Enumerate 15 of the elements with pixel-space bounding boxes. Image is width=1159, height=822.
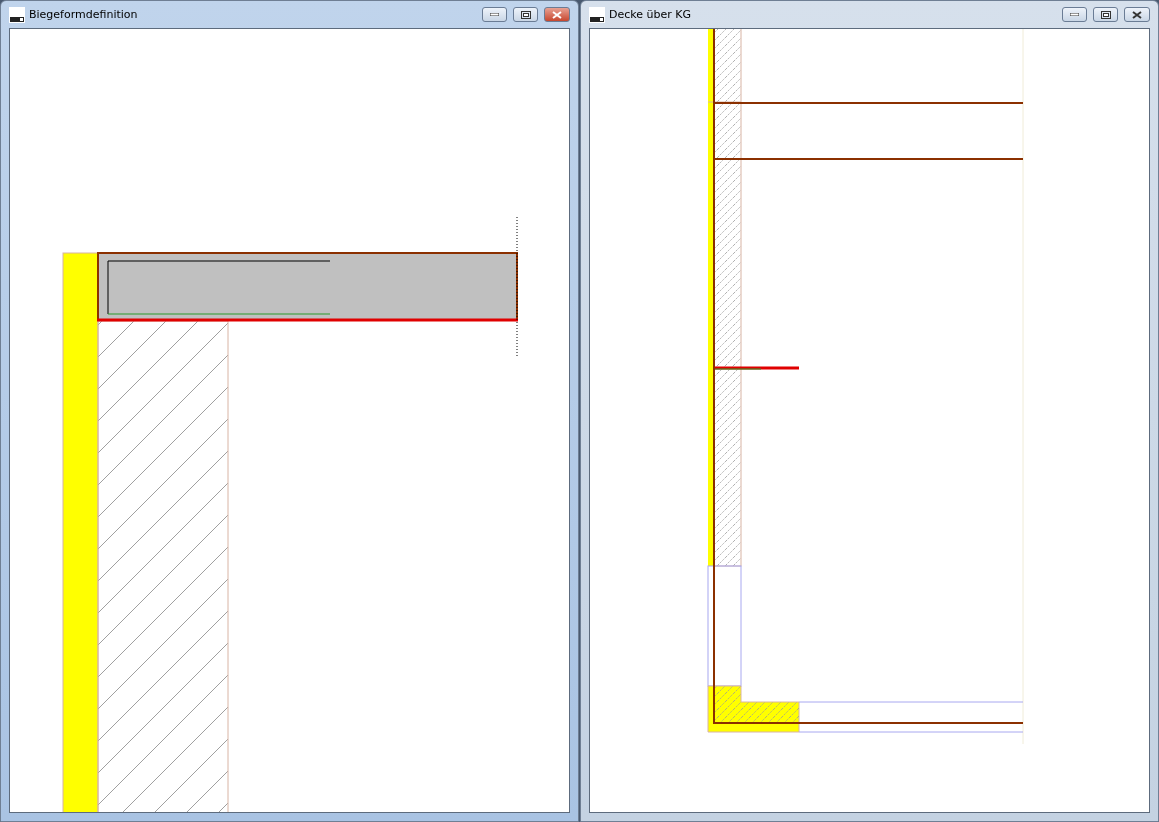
minimize-button[interactable] bbox=[482, 7, 507, 22]
app-icon bbox=[9, 6, 25, 23]
minimize-button[interactable] bbox=[1062, 7, 1087, 22]
maximize-button[interactable] bbox=[1093, 7, 1118, 22]
minimize-icon bbox=[1070, 13, 1079, 16]
maximize-icon bbox=[1100, 10, 1111, 19]
window-title: Biegeformdefinition bbox=[29, 8, 139, 21]
close-icon bbox=[552, 10, 562, 19]
close-icon bbox=[1132, 10, 1142, 19]
minimize-icon bbox=[490, 13, 499, 16]
maximize-button[interactable] bbox=[513, 7, 538, 22]
window-title: Decke über KG bbox=[609, 8, 692, 21]
close-button[interactable] bbox=[1124, 7, 1150, 22]
maximize-icon bbox=[520, 10, 531, 19]
app-icon bbox=[589, 6, 605, 23]
